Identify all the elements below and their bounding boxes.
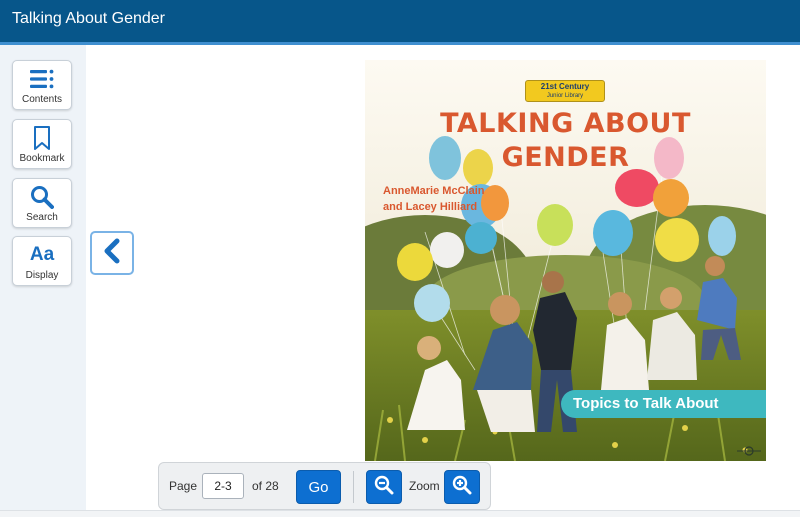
author-line2: and Lacey Hilliard (383, 201, 478, 213)
display-label: Display (25, 270, 59, 281)
bookmark-button[interactable]: Bookmark (12, 119, 72, 169)
search-label: Search (26, 212, 58, 223)
display-text-icon: Aa (13, 243, 71, 267)
cover-title-line2: GENDER (501, 142, 630, 173)
page-navigation-bar: Page of 28 Go Zoom (158, 462, 491, 510)
cover-title-line1: TALKING ABOUT (440, 108, 691, 139)
reader-app: Talking About Gender Contents Bookmark S… (0, 0, 800, 517)
zoom-out-button[interactable] (366, 470, 402, 504)
zoom-in-button[interactable] (444, 470, 480, 504)
zoom-in-icon (452, 475, 472, 500)
series-line1: 21st Century (540, 82, 590, 91)
bookmark-label: Bookmark (19, 153, 65, 164)
book-title: Talking About Gender (12, 10, 165, 27)
topics-ribbon: Topics to Talk About (561, 390, 766, 418)
bookmark-icon (13, 126, 71, 150)
previous-page-button[interactable] (90, 231, 134, 275)
page-number-input[interactable] (202, 473, 244, 499)
search-button[interactable]: Search (12, 178, 72, 228)
cover-authors: AnneMarie McClain and Lacey Hilliard (383, 183, 484, 215)
contents-label: Contents (21, 94, 63, 105)
go-button[interactable]: Go (296, 470, 341, 504)
contents-button[interactable]: Contents (12, 60, 72, 110)
title-bar: Talking About Gender (0, 0, 800, 45)
display-button[interactable]: Aa Display (12, 236, 72, 286)
chevron-left-icon (103, 238, 121, 269)
page-label: Page (169, 479, 198, 493)
display-glyph: Aa (29, 244, 55, 265)
series-line2: Junior Library (546, 93, 584, 99)
zoom-out-icon (374, 475, 394, 500)
page-count-label: of 28 (252, 479, 279, 493)
zoom-label: Zoom (409, 479, 440, 493)
author-line1: AnneMarie McClain (383, 185, 485, 197)
search-icon (13, 185, 71, 209)
bottom-edge (0, 510, 800, 517)
contents-list-icon (13, 67, 71, 91)
book-cover-page: 21st Century Junior Library TALKING ABOU… (365, 60, 766, 461)
sidebar: Contents Bookmark Search Aa Display (0, 45, 86, 517)
series-badge: 21st Century Junior Library (525, 80, 605, 102)
toolbar-divider (353, 471, 354, 503)
